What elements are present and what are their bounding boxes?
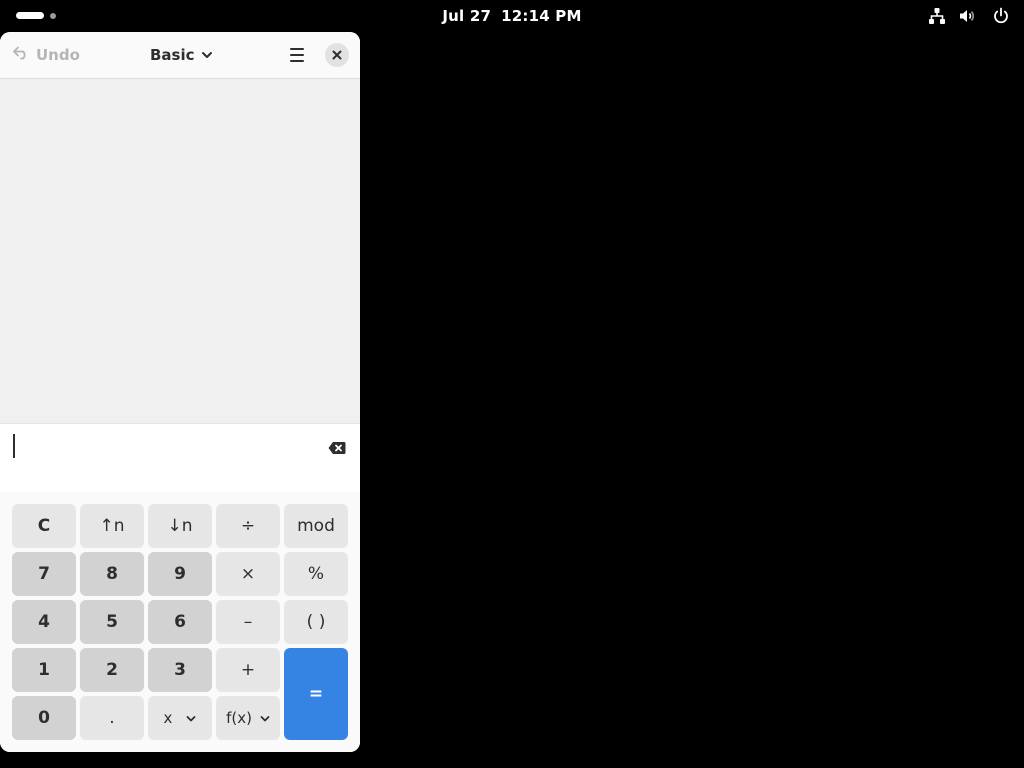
hamburger-menu-icon bbox=[285, 48, 309, 69]
digit-7-button[interactable]: 7 bbox=[12, 552, 76, 596]
mode-label: Basic bbox=[150, 46, 195, 64]
shift-right-button[interactable]: ↓n bbox=[148, 504, 212, 548]
digit-9-button[interactable]: 9 bbox=[148, 552, 212, 596]
modulus-button[interactable]: mod bbox=[284, 504, 348, 548]
clear-button[interactable]: C bbox=[12, 504, 76, 548]
percent-button[interactable]: % bbox=[284, 552, 348, 596]
shift-left-button[interactable]: ↑n bbox=[80, 504, 144, 548]
add-button[interactable]: + bbox=[216, 648, 280, 692]
digit-0-button[interactable]: 0 bbox=[12, 696, 76, 740]
volume-icon bbox=[958, 7, 976, 25]
digit-6-button[interactable]: 6 bbox=[148, 600, 212, 644]
undo-button[interactable]: Undo bbox=[12, 43, 80, 67]
top-bar: Jul 27 12:14 PM bbox=[0, 0, 1024, 32]
header-bar: Undo Basic bbox=[0, 32, 360, 79]
history-panel bbox=[0, 79, 360, 423]
network-icon bbox=[928, 7, 946, 25]
digit-5-button[interactable]: 5 bbox=[80, 600, 144, 644]
expression-entry[interactable] bbox=[0, 423, 360, 493]
close-button[interactable] bbox=[325, 43, 349, 67]
function-menu-button[interactable]: f(x) bbox=[216, 696, 280, 740]
calculator-window: Undo Basic C ↑n ↓n ÷ mod 7 8 9 × % 4 5 6… bbox=[0, 32, 360, 752]
main-menu-button[interactable] bbox=[285, 45, 309, 65]
clock-date: Jul 27 bbox=[442, 7, 492, 25]
variable-menu-button[interactable]: x bbox=[148, 696, 212, 740]
function-label: f(x) bbox=[226, 709, 252, 727]
clock-time: 12:14 PM bbox=[501, 7, 582, 25]
variable-label: x bbox=[163, 709, 173, 727]
clock[interactable]: Jul 27 12:14 PM bbox=[0, 7, 1024, 25]
chevron-down-icon bbox=[260, 709, 270, 727]
digit-1-button[interactable]: 1 bbox=[12, 648, 76, 692]
parentheses-button[interactable]: ( ) bbox=[284, 600, 348, 644]
backspace-icon[interactable] bbox=[328, 440, 346, 459]
text-cursor bbox=[13, 434, 15, 458]
chevron-down-icon bbox=[195, 46, 213, 64]
digit-4-button[interactable]: 4 bbox=[12, 600, 76, 644]
digit-3-button[interactable]: 3 bbox=[148, 648, 212, 692]
multiply-button[interactable]: × bbox=[216, 552, 280, 596]
divide-button[interactable]: ÷ bbox=[216, 504, 280, 548]
undo-icon bbox=[12, 46, 36, 64]
undo-label: Undo bbox=[36, 46, 80, 64]
equals-button[interactable]: = bbox=[284, 648, 348, 740]
keypad: C ↑n ↓n ÷ mod 7 8 9 × % 4 5 6 – ( ) 1 2 … bbox=[0, 492, 360, 752]
chevron-down-icon bbox=[186, 709, 196, 727]
digit-8-button[interactable]: 8 bbox=[80, 552, 144, 596]
digit-2-button[interactable]: 2 bbox=[80, 648, 144, 692]
subtract-button[interactable]: – bbox=[216, 600, 280, 644]
mode-selector[interactable]: Basic bbox=[150, 43, 213, 67]
decimal-button[interactable]: . bbox=[80, 696, 144, 740]
power-icon bbox=[992, 7, 1010, 25]
